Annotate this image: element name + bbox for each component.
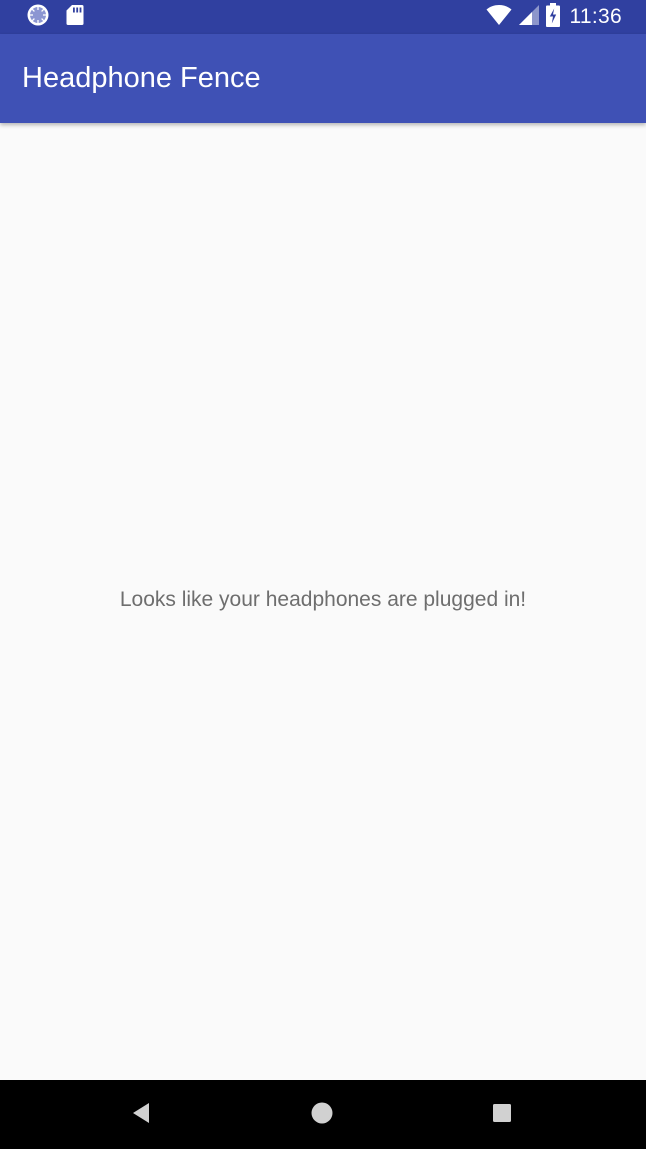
status-time: 11:36	[569, 5, 622, 28]
back-button[interactable]	[124, 1098, 158, 1132]
cell-signal-icon	[518, 4, 540, 31]
battery-charging-icon	[545, 2, 560, 32]
status-bar: 11:36	[0, 0, 646, 34]
sd-card-icon	[66, 4, 84, 31]
main-content: Looks like your headphones are plugged i…	[0, 123, 646, 1080]
headphone-status-message: Looks like your headphones are plugged i…	[119, 588, 527, 611]
sync-icon	[26, 3, 50, 32]
notification-icons	[26, 3, 84, 32]
recents-icon	[492, 1103, 512, 1128]
navigation-bar	[0, 1080, 646, 1149]
back-icon	[131, 1102, 151, 1129]
recents-button[interactable]	[485, 1098, 519, 1132]
wifi-icon	[486, 4, 512, 31]
system-status: 11:36	[486, 0, 623, 34]
app-title: Headphone Fence	[22, 62, 261, 94]
home-button[interactable]	[305, 1098, 339, 1132]
home-icon	[311, 1102, 333, 1129]
app-bar: Headphone Fence	[0, 34, 646, 123]
